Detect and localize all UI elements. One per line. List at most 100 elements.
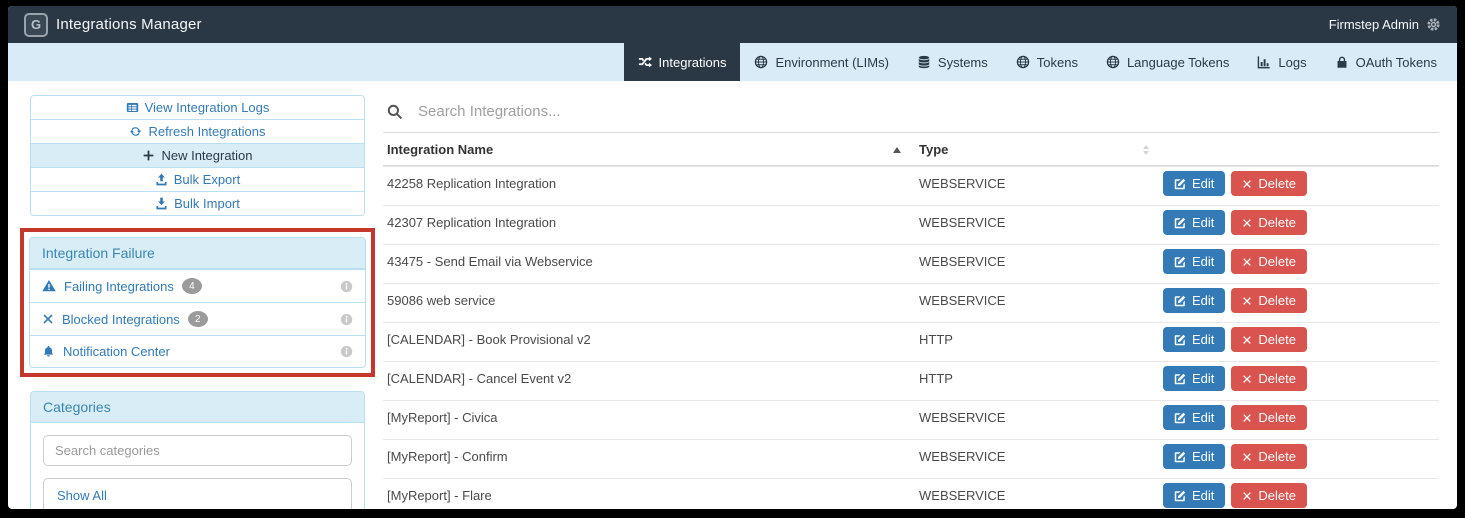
app-title: Integrations Manager	[56, 16, 202, 33]
pencil-icon	[1174, 217, 1186, 229]
integration-type: WEBSERVICE	[919, 410, 1006, 425]
table-row: 43475 - Send Email via Webservice WEBSER…	[383, 244, 1439, 283]
table-row: [CALENDAR] - Cancel Event v2 HTTP Edit D…	[383, 361, 1439, 400]
table-row: 59086 web service WEBSERVICE Edit Delete	[383, 283, 1439, 322]
integration-name: 59086 web service	[387, 293, 496, 308]
delete-button[interactable]: Delete	[1231, 288, 1307, 313]
gear-icon[interactable]	[1426, 17, 1441, 32]
delete-button[interactable]: Delete	[1231, 249, 1307, 274]
tab-language-tokens[interactable]: Language Tokens	[1092, 43, 1243, 81]
column-header-integration-name[interactable]: Integration Name	[383, 133, 915, 165]
blocked-integrations-item[interactable]: Blocked Integrations 2	[30, 302, 365, 335]
x-icon	[1242, 218, 1252, 228]
app-window: G Integrations Manager Firmstep Admin In…	[8, 6, 1457, 509]
column-label: Type	[919, 142, 949, 157]
edit-button[interactable]: Edit	[1163, 327, 1226, 352]
column-label: Integration Name	[387, 142, 494, 157]
delete-button[interactable]: Delete	[1231, 366, 1307, 391]
x-icon	[42, 313, 54, 325]
delete-button[interactable]: Delete	[1231, 171, 1307, 196]
integration-name: [MyReport] - Civica	[387, 410, 498, 425]
edit-button[interactable]: Edit	[1163, 483, 1226, 508]
bulk-import-button[interactable]: Bulk Import	[31, 191, 364, 215]
edit-button[interactable]: Edit	[1163, 366, 1226, 391]
integrations-search-input[interactable]	[416, 102, 1439, 121]
info-icon[interactable]	[340, 313, 353, 326]
tab-systems[interactable]: Systems	[903, 43, 1002, 81]
top-navbar: G Integrations Manager Firmstep Admin	[8, 6, 1457, 43]
x-icon	[1242, 335, 1252, 345]
action-label: Refresh Integrations	[148, 124, 266, 139]
pencil-icon	[1174, 412, 1186, 424]
main-area: Integration Name Type 42258 Replication …	[383, 95, 1439, 509]
warning-icon	[42, 279, 56, 293]
new-integration-button[interactable]: New Integration	[31, 143, 364, 167]
tab-environment-lims[interactable]: Environment (LIMs)	[740, 43, 902, 81]
integration-type: WEBSERVICE	[919, 293, 1006, 308]
bulk-export-button[interactable]: Bulk Export	[31, 167, 364, 191]
x-icon	[1242, 452, 1252, 462]
edit-button[interactable]: Edit	[1163, 210, 1226, 235]
delete-button[interactable]: Delete	[1231, 444, 1307, 469]
categories-panel: Categories Show All	[30, 391, 365, 509]
tab-integrations[interactable]: Integrations	[623, 43, 741, 81]
count-badge: 2	[187, 311, 208, 327]
database-icon	[917, 55, 931, 69]
sidebar-action-list: View Integration Logs Refresh Integratio…	[30, 95, 365, 216]
integration-type: WEBSERVICE	[919, 254, 1006, 269]
red-highlight-annotation: Integration Failure Failing Integrations…	[20, 228, 375, 377]
integration-type: WEBSERVICE	[919, 176, 1006, 191]
edit-button[interactable]: Edit	[1163, 444, 1226, 469]
x-icon	[1242, 296, 1252, 306]
integration-name: [MyReport] - Confirm	[387, 449, 508, 464]
globe-icon	[754, 55, 768, 69]
pencil-icon	[1174, 295, 1186, 307]
integration-name: 42307 Replication Integration	[387, 215, 557, 230]
pencil-icon	[1174, 451, 1186, 463]
tab-tokens[interactable]: Tokens	[1002, 43, 1092, 81]
delete-button[interactable]: Delete	[1231, 327, 1307, 352]
integration-type: WEBSERVICE	[919, 215, 1006, 230]
tab-oauth-tokens[interactable]: OAuth Tokens	[1321, 43, 1451, 81]
pencil-icon	[1174, 256, 1186, 268]
pencil-icon	[1174, 334, 1186, 346]
edit-button[interactable]: Edit	[1163, 171, 1226, 196]
info-icon[interactable]	[340, 345, 353, 358]
column-header-type[interactable]: Type	[915, 133, 1163, 165]
refresh-icon	[129, 125, 142, 138]
tab-label: Integrations	[658, 54, 727, 70]
edit-button[interactable]: Edit	[1163, 405, 1226, 430]
delete-button[interactable]: Delete	[1231, 405, 1307, 430]
table-row: [MyReport] - Confirm WEBSERVICE Edit Del…	[383, 439, 1439, 478]
x-icon	[1242, 374, 1252, 384]
table-row: [CALENDAR] - Book Provisional v2 HTTP Ed…	[383, 322, 1439, 361]
edit-button[interactable]: Edit	[1163, 288, 1226, 313]
tab-logs[interactable]: Logs	[1243, 43, 1320, 81]
delete-button[interactable]: Delete	[1231, 210, 1307, 235]
refresh-integrations-button[interactable]: Refresh Integrations	[31, 119, 364, 143]
integration-name: 43475 - Send Email via Webservice	[387, 254, 593, 269]
column-header-actions	[1163, 133, 1439, 150]
show-all-button[interactable]: Show All	[43, 478, 352, 509]
integration-type: WEBSERVICE	[919, 449, 1006, 464]
shuffle-icon	[638, 55, 652, 69]
globe-icon	[1106, 55, 1120, 69]
table-icon	[126, 101, 139, 114]
tab-label: Language Tokens	[1126, 54, 1230, 70]
x-icon	[1242, 491, 1252, 501]
integration-name: [MyReport] - Flare	[387, 488, 492, 503]
info-icon[interactable]	[340, 280, 353, 293]
plus-icon	[142, 149, 155, 162]
notification-center-item[interactable]: Notification Center	[30, 335, 365, 367]
tab-bar: Integrations Environment (LIMs) Systems …	[8, 43, 1457, 81]
action-label: Bulk Export	[173, 172, 241, 187]
failing-integrations-item[interactable]: Failing Integrations 4	[30, 269, 365, 302]
table-row: 42307 Replication Integration WEBSERVICE…	[383, 205, 1439, 244]
user-label: Firmstep Admin	[1328, 17, 1419, 32]
count-badge: 4	[181, 278, 202, 294]
categories-panel-title: Categories	[31, 392, 364, 423]
delete-button[interactable]: Delete	[1231, 483, 1307, 508]
view-integration-logs-button[interactable]: View Integration Logs	[31, 96, 364, 119]
edit-button[interactable]: Edit	[1163, 249, 1226, 274]
categories-search-input[interactable]	[43, 435, 352, 466]
